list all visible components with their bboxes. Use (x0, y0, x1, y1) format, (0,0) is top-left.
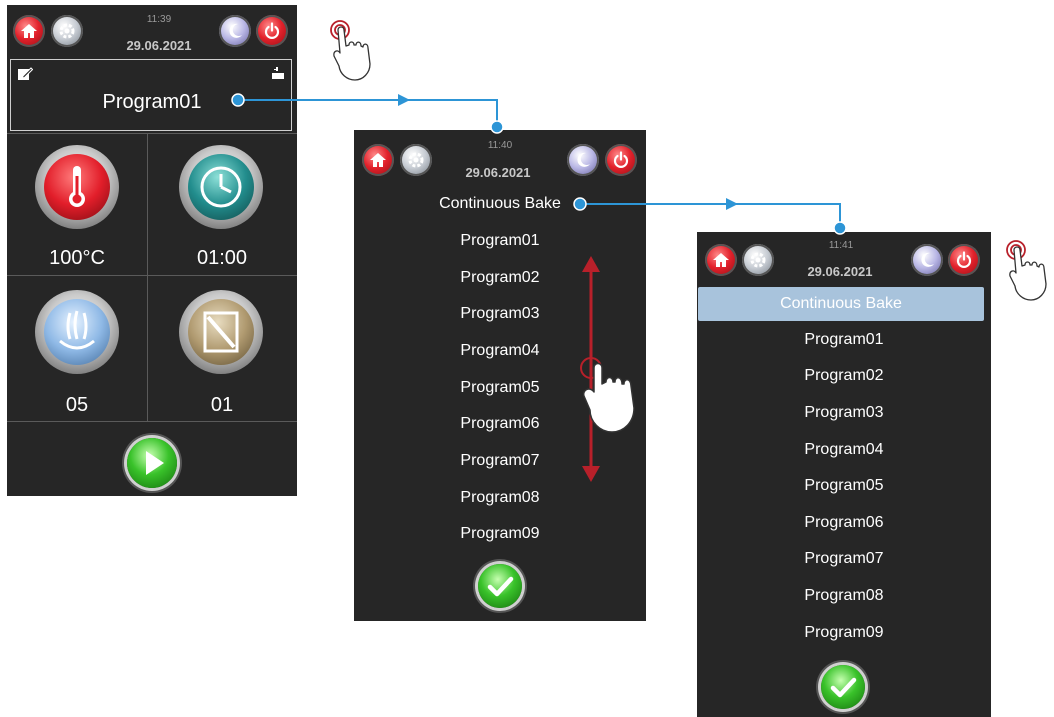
tap-hand-icon (1006, 240, 1047, 301)
connector-arrow (231, 93, 504, 134)
connector-arrow (573, 197, 847, 235)
annotation-overlay (231, 20, 1047, 482)
tap-hand-icon (330, 20, 371, 81)
